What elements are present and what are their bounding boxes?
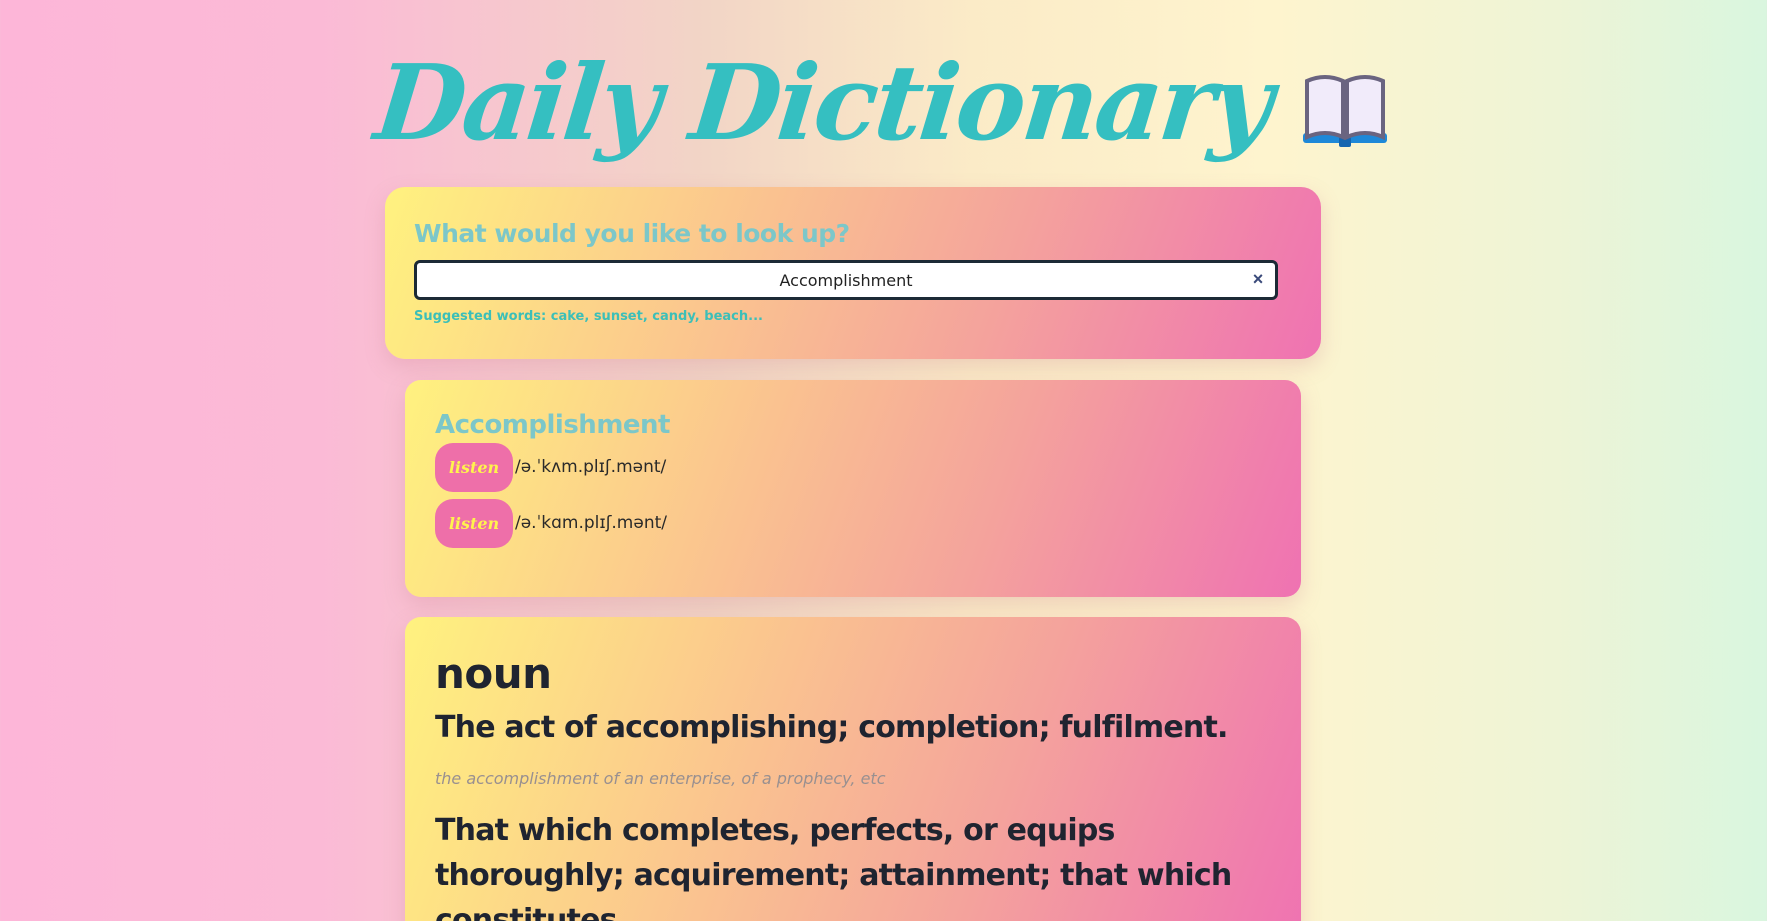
search-input[interactable] [417,263,1275,297]
phonetic-row: listen /ə.ˈkɑm.plɪʃ.mənt/ [435,498,1271,548]
clear-search-button[interactable]: × [1249,270,1267,288]
definition-text: That which completes, perfects, or equip… [435,813,1232,921]
listen-button[interactable]: listen [435,442,513,492]
phonetic-text: /ə.ˈkɑm.plɪʃ.mənt/ [515,513,667,533]
search-card: What would you like to look up? × Sugges… [385,187,1321,359]
app-root: Daily Dictionary What would you like to … [0,0,1767,921]
word-title: Accomplishment [435,410,671,440]
search-box: × [414,260,1278,300]
phonetic-row: listen /ə.ˈkʌm.plɪʃ.mənt/ [435,442,1271,492]
suggested-words: Suggested words: cake, sunset, candy, be… [414,309,763,324]
page-title: Daily Dictionary [369,41,1276,164]
definition-text: The act of accomplishing; completion; fu… [435,710,1228,745]
example-text: the accomplishment of an enterprise, of … [435,769,886,788]
part-of-speech: noun [435,649,552,698]
word-card: Accomplishment listen /ə.ˈkʌm.plɪʃ.mənt/… [405,380,1301,597]
definition-card: noun The act of accomplishing; completio… [405,617,1301,921]
search-heading: What would you like to look up? [414,219,850,248]
open-book-icon [1299,71,1391,151]
listen-button[interactable]: listen [435,498,513,548]
header: Daily Dictionary [0,28,1767,178]
phonetic-text: /ə.ˈkʌm.plɪʃ.mənt/ [515,457,667,477]
